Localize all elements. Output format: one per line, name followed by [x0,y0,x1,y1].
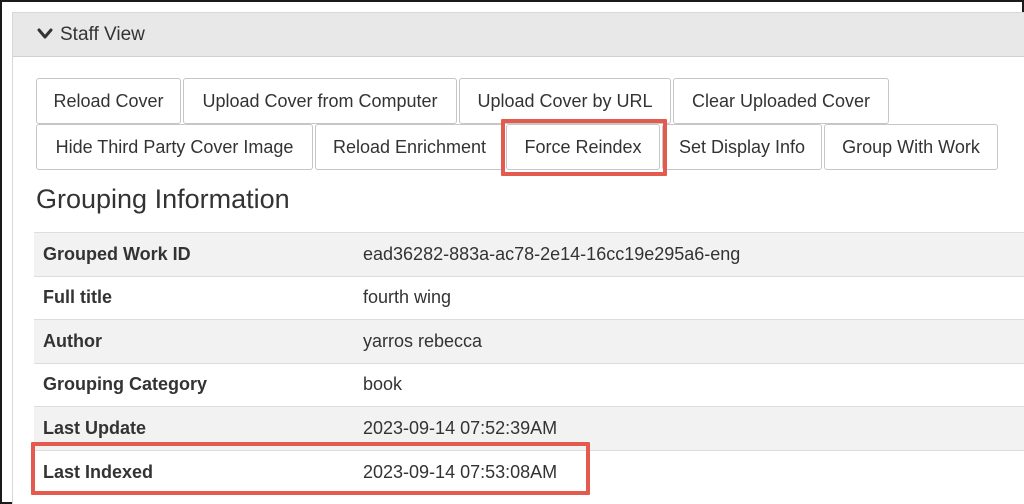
row-label: Full title [34,275,363,320]
row-label: Author [34,319,363,363]
full-title-value: fourth wing [363,275,1024,320]
table-row: Last Update 2023-09-14 07:52:39AM [34,406,1024,450]
row-label: Last Indexed [34,449,363,494]
staff-view-toggle[interactable]: Staff View [13,13,1024,57]
grouping-information-table: Grouped Work ID ead36282-883a-ac78-2e14-… [34,232,1024,494]
last-update-value: 2023-09-14 07:52:39AM [363,406,1024,450]
table-row: Grouped Work ID ead36282-883a-ac78-2e14-… [34,232,1024,276]
group-with-work-button[interactable]: Group With Work [824,124,998,170]
clear-uploaded-cover-button[interactable]: Clear Uploaded Cover [673,78,889,124]
grouping-information-heading: Grouping Information [36,184,290,214]
table-row: Author yarros rebecca [34,319,1024,363]
set-display-info-button[interactable]: Set Display Info [662,124,822,170]
grouping-category-value: book [363,362,1024,407]
last-indexed-value: 2023-09-14 07:53:08AM [363,449,1024,494]
force-reindex-button[interactable]: Force Reindex [506,124,660,170]
table-row: Last Indexed 2023-09-14 07:53:08AM [34,449,1024,494]
row-label: Last Update [34,406,363,450]
staff-view-title: Staff View [60,23,145,45]
upload-cover-by-url-button[interactable]: Upload Cover by URL [459,78,671,124]
reload-enrichment-button[interactable]: Reload Enrichment [315,124,504,170]
row-label: Grouped Work ID [34,232,363,276]
author-value: yarros rebecca [363,319,1024,363]
table-row: Full title fourth wing [34,275,1024,320]
grouped-work-id-value: ead36282-883a-ac78-2e14-16cc19e295a6-eng [363,232,1024,276]
chevron-down-icon [37,28,53,38]
row-label: Grouping Category [34,362,363,407]
upload-cover-from-computer-button[interactable]: Upload Cover from Computer [183,78,457,124]
reload-cover-button[interactable]: Reload Cover [36,78,181,124]
table-row: Grouping Category book [34,362,1024,407]
hide-third-party-cover-image-button[interactable]: Hide Third Party Cover Image [36,124,313,170]
